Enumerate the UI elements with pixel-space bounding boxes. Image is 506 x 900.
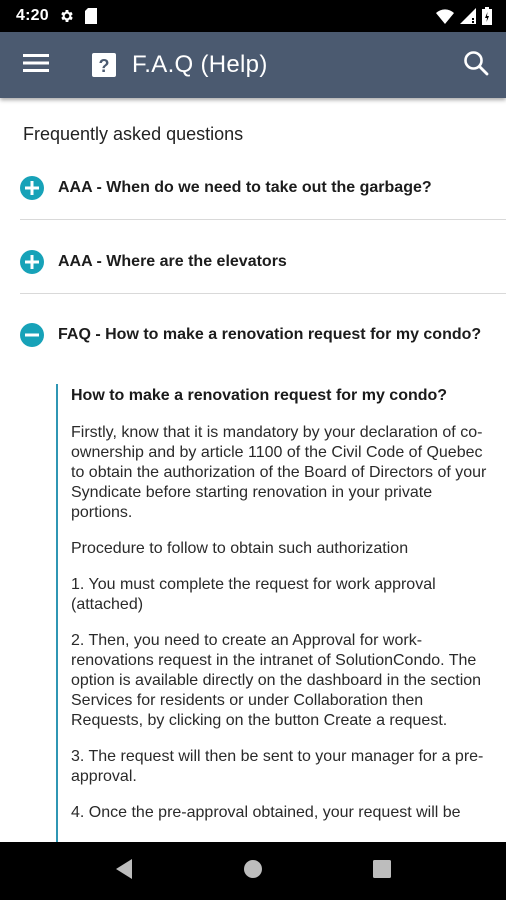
back-triangle-icon: [114, 858, 134, 885]
faq-question: AAA - When do we need to take out the ga…: [58, 179, 432, 196]
battery-icon: [482, 7, 492, 25]
answer-paragraph: Procedure to follow to obtain such autho…: [71, 540, 409, 557]
faq-answer: How to make a renovation request for my …: [56, 384, 492, 842]
answer-title: How to make a renovation request for my …: [71, 387, 448, 404]
gear-icon: [59, 8, 75, 24]
faq-item-expanded[interactable]: FAQ - How to make a renovation request f…: [20, 298, 506, 372]
minus-circle-icon: [20, 323, 44, 347]
answer-paragraph: 2. Then, you need to create an Approval …: [71, 632, 482, 729]
app-bar: ? F.A.Q (Help): [0, 32, 506, 98]
menu-button[interactable]: [0, 32, 72, 98]
divider: [20, 219, 506, 220]
system-nav-bar: [0, 842, 506, 900]
plus-circle-icon: [20, 250, 44, 274]
status-time: 4:20: [16, 7, 49, 24]
answer-paragraph: 1. You must complete the request for wor…: [71, 576, 436, 613]
faq-question: AAA - Where are the elevators: [58, 253, 287, 270]
signal-icon: [460, 8, 476, 24]
svg-text:?: ?: [99, 56, 110, 76]
answer-paragraph: Firstly, know that it is mandatory by yo…: [71, 424, 487, 521]
back-button[interactable]: [94, 842, 154, 900]
status-bar: 4:20: [0, 0, 506, 32]
faq-content: Frequently asked questions AAA - When do…: [0, 98, 506, 842]
recents-button[interactable]: [352, 842, 412, 900]
sd-card-icon: [84, 8, 97, 24]
faq-question: FAQ - How to make a renovation request f…: [58, 326, 482, 343]
home-button[interactable]: [223, 842, 283, 900]
search-icon: [463, 50, 489, 81]
search-button[interactable]: [446, 32, 506, 98]
faq-item[interactable]: AAA - When do we need to take out the ga…: [20, 151, 506, 225]
answer-paragraph: 3. The request will then be sent to your…: [71, 748, 484, 785]
hamburger-icon: [23, 53, 49, 78]
faq-item[interactable]: AAA - Where are the elevators: [20, 225, 506, 299]
section-title: Frequently asked questions: [23, 124, 244, 144]
home-circle-icon: [243, 859, 263, 884]
recents-square-icon: [372, 859, 391, 883]
wifi-icon: [436, 8, 454, 24]
plus-circle-icon: [20, 176, 44, 200]
page-title: F.A.Q (Help): [132, 51, 268, 78]
question-square-icon: ?: [88, 32, 120, 98]
answer-paragraph: 4. Once the pre-approval obtained, your …: [71, 804, 461, 821]
divider: [20, 293, 506, 294]
